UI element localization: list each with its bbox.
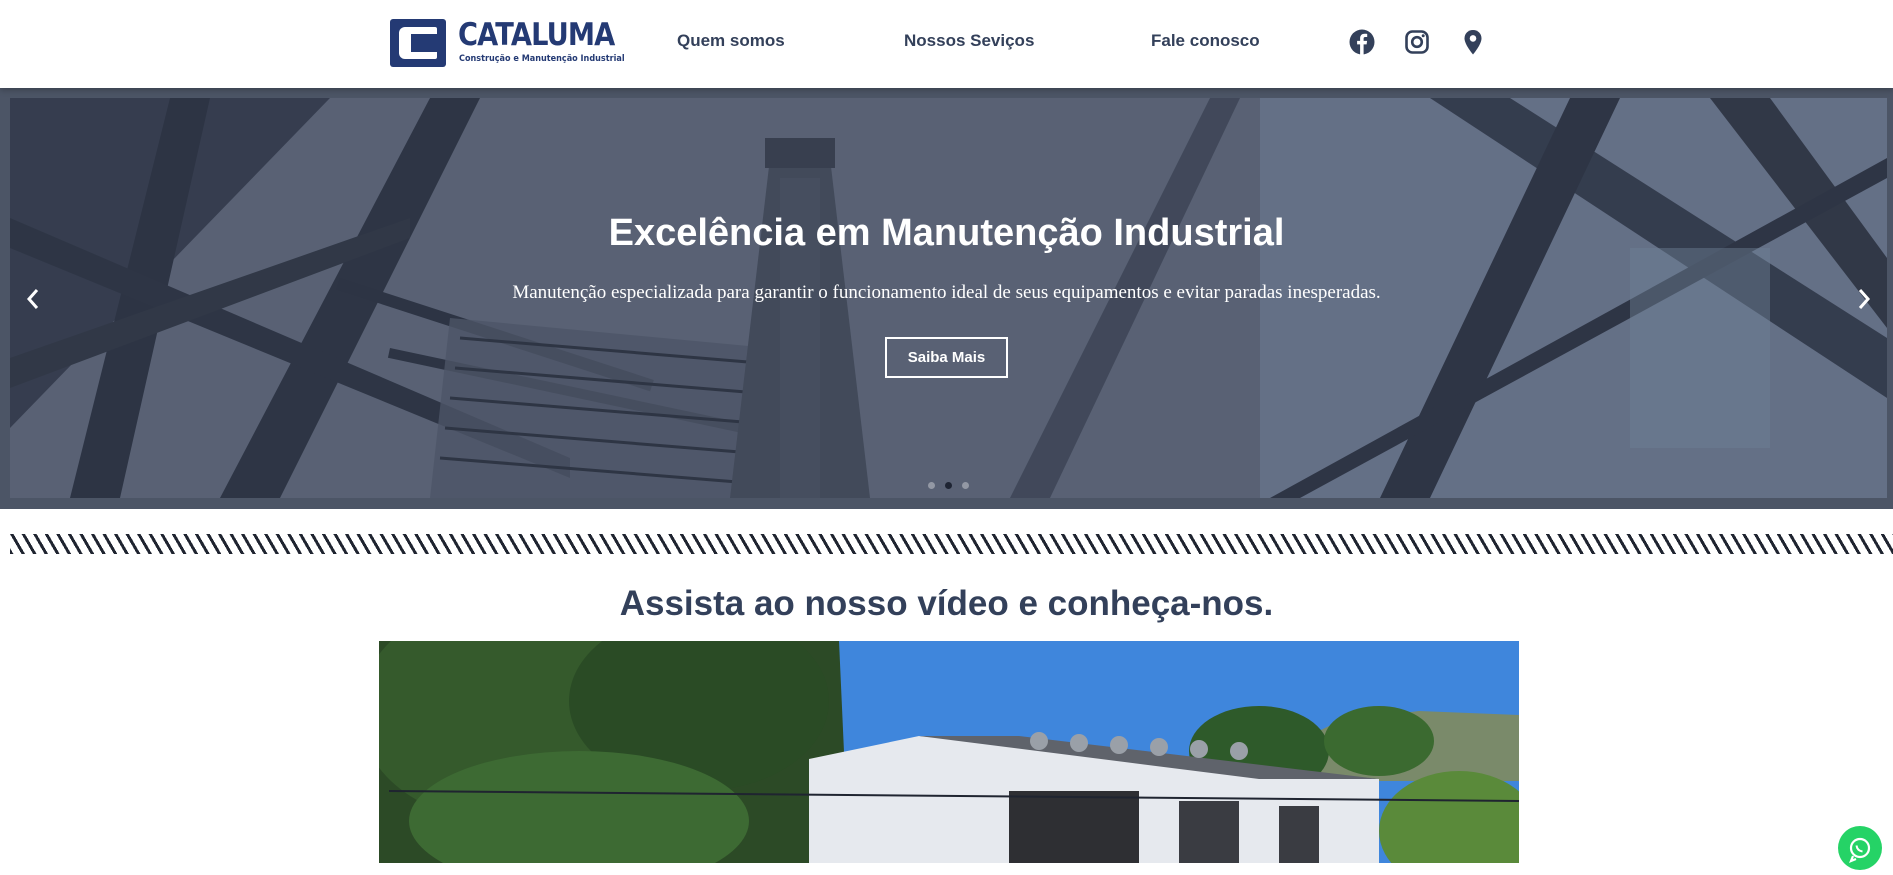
logo-icon — [390, 19, 446, 67]
slide-dot-1[interactable] — [928, 482, 935, 489]
nav-nossos-servicos[interactable]: Nossos Seviços — [904, 31, 1034, 51]
facebook-icon[interactable] — [1348, 28, 1376, 56]
nav-fale-conosco[interactable]: Fale conosco — [1151, 31, 1260, 51]
slide-dot-2[interactable] — [945, 482, 952, 489]
video-section-title: Assista ao nosso vídeo e conheça-nos. — [619, 584, 1274, 623]
logo[interactable]: CATALUMA Construção e Manutenção Industr… — [390, 17, 625, 69]
whatsapp-button[interactable] — [1838, 826, 1882, 870]
striped-divider — [10, 534, 1893, 554]
company-video[interactable] — [379, 641, 1519, 863]
logo-name: CATALUMA — [458, 17, 615, 53]
map-pin-icon[interactable] — [1459, 28, 1487, 56]
whatsapp-icon — [1849, 837, 1871, 863]
hero-slider: Excelência em Manutenção Industrial Manu… — [0, 88, 1893, 509]
chevron-right-icon[interactable] — [1853, 284, 1875, 314]
nav-quem-somos[interactable]: Quem somos — [677, 31, 785, 51]
chevron-left-icon[interactable] — [22, 284, 44, 314]
hero-title: Excelência em Manutenção Industrial — [608, 212, 1285, 254]
logo-tagline: Construção e Manutenção Industrial — [459, 54, 625, 64]
instagram-icon[interactable] — [1403, 28, 1431, 56]
site-header: CATALUMA Construção e Manutenção Industr… — [0, 0, 1893, 88]
hero-subtitle: Manutenção especializada para garantir o… — [512, 282, 1381, 303]
slide-dot-3[interactable] — [962, 482, 969, 489]
saiba-mais-button[interactable]: Saiba Mais — [885, 337, 1008, 378]
